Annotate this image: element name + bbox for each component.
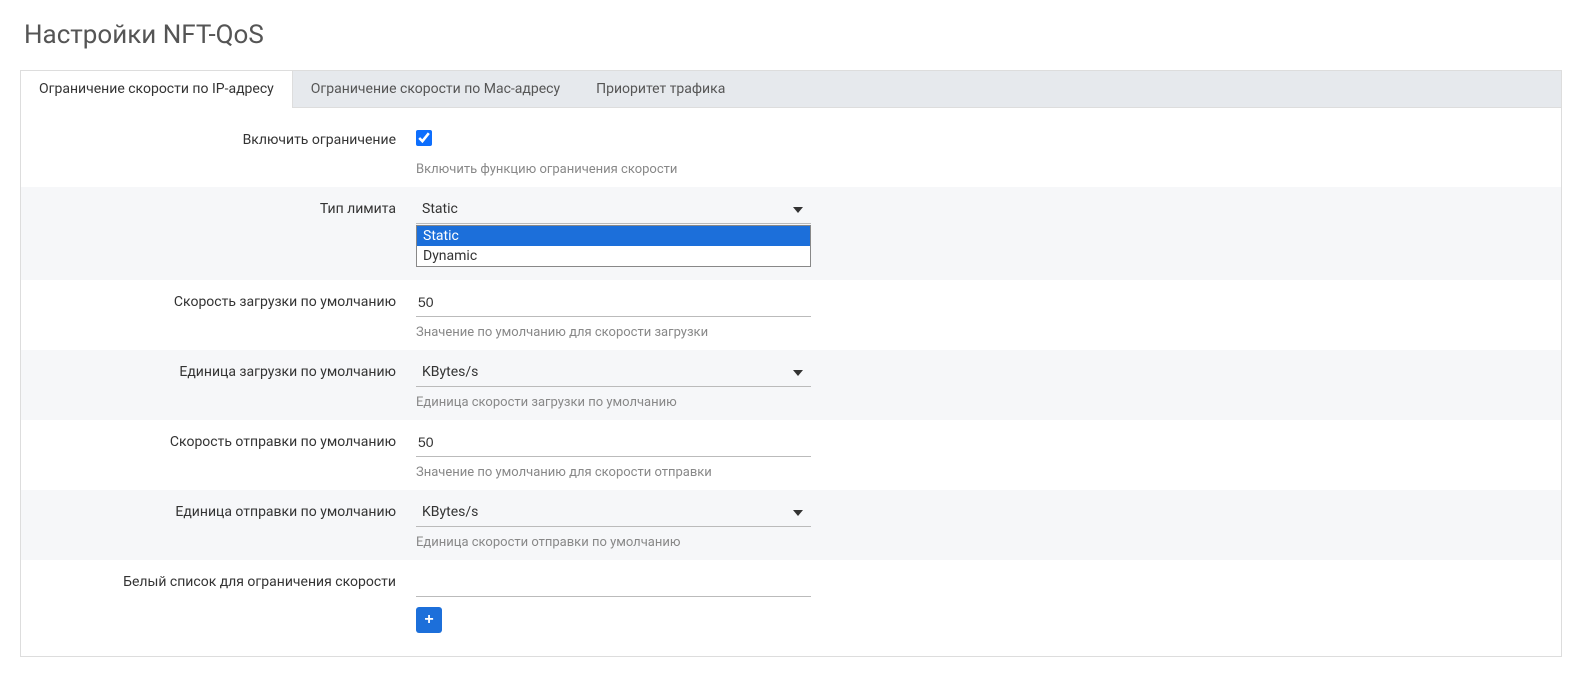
help-upload-speed: Значение по умолчанию для скорости отпра… — [21, 465, 1561, 490]
row-enable-limit: Включить ограничение — [21, 118, 1561, 162]
page-title: Настройки NFT-QoS — [20, 20, 1562, 50]
label-download-unit: Единица загрузки по умолчанию — [21, 358, 416, 386]
row-upload-speed: Скорость отправки по умолчанию — [21, 420, 1561, 465]
help-upload-unit: Единица скорости отправки по умолчанию — [21, 535, 1561, 560]
limit-type-select[interactable]: Static — [416, 195, 811, 224]
row-download-speed: Скорость загрузки по умолчанию — [21, 280, 1561, 325]
row-whitelist: Белый список для ограничения скорости + — [21, 560, 1561, 641]
label-download-speed: Скорость загрузки по умолчанию — [21, 288, 416, 316]
enable-checkbox[interactable] — [416, 130, 432, 146]
settings-panel: Ограничение скорости по IP-адресу Ограни… — [20, 70, 1562, 657]
whitelist-input[interactable] — [416, 568, 811, 597]
option-static[interactable]: Static — [417, 226, 810, 246]
label-upload-speed: Скорость отправки по умолчанию — [21, 428, 416, 456]
help-download-speed: Значение по умолчанию для скорости загру… — [21, 325, 1561, 350]
label-upload-unit: Единица отправки по умолчанию — [21, 498, 416, 526]
limit-type-dropdown: Static Dynamic — [416, 225, 811, 267]
upload-unit-select[interactable]: KBytes/s — [416, 498, 811, 527]
help-enable: Включить функцию ограничения скорости — [21, 162, 1561, 187]
row-download-unit: Единица загрузки по умолчанию KBytes/s — [21, 350, 1561, 395]
help-download-unit: Единица скорости загрузки по умолчанию — [21, 395, 1561, 420]
download-unit-select[interactable]: KBytes/s — [416, 358, 811, 387]
form-body: Включить ограничение Включить функцию ог… — [21, 108, 1561, 656]
label-whitelist: Белый список для ограничения скорости — [21, 568, 416, 596]
tab-ip-limit[interactable]: Ограничение скорости по IP-адресу — [21, 71, 293, 108]
download-speed-input[interactable] — [416, 288, 811, 317]
label-limit-type: Тип лимита — [21, 195, 416, 223]
row-upload-unit: Единица отправки по умолчанию KBytes/s — [21, 490, 1561, 535]
upload-speed-input[interactable] — [416, 428, 811, 457]
option-dynamic[interactable]: Dynamic — [417, 246, 810, 266]
tabs: Ограничение скорости по IP-адресу Ограни… — [21, 71, 1561, 108]
tab-traffic-priority[interactable]: Приоритет трафика — [578, 71, 743, 107]
tab-mac-limit[interactable]: Ограничение скорости по Mac-адресу — [293, 71, 578, 107]
row-limit-type: Тип лимита Static Static Dynamic — [21, 187, 1561, 280]
add-whitelist-button[interactable]: + — [416, 607, 442, 633]
label-enable: Включить ограничение — [21, 126, 416, 154]
